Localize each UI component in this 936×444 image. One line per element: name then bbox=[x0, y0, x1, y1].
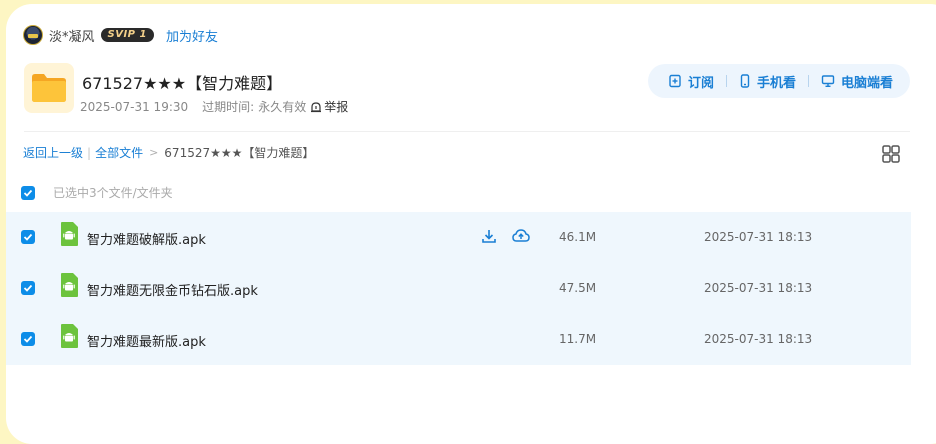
back-link[interactable]: 返回上一级 bbox=[23, 144, 83, 161]
file-name[interactable]: 智力难题破解版.apk bbox=[87, 229, 206, 248]
download-icon[interactable] bbox=[481, 228, 497, 248]
android-icon bbox=[61, 324, 78, 348]
folder-icon bbox=[24, 63, 74, 113]
action-bar: 订阅 手机看 电脑端看 bbox=[648, 64, 910, 98]
file-date: 2025-07-31 18:13 bbox=[704, 332, 813, 346]
avatar[interactable] bbox=[23, 25, 43, 45]
select-all-checkbox[interactable] bbox=[21, 185, 35, 200]
file-size: 11.7M bbox=[559, 332, 597, 346]
subscribe-label: 订阅 bbox=[688, 75, 715, 91]
file-date: 2025-07-31 18:13 bbox=[704, 281, 813, 295]
row-checkbox[interactable] bbox=[21, 230, 35, 244]
file-name[interactable]: 智力难题最新版.apk bbox=[87, 331, 206, 350]
file-row[interactable]: 智力难题最新版.apk 11.7M 2025-07-31 18:13 bbox=[6, 314, 911, 365]
file-size: 46.1M bbox=[559, 230, 597, 244]
file-row[interactable]: 智力难题破解版.apk 46.1M 2025-07-31 18:13 bbox=[6, 212, 911, 263]
selection-count: 已选中3个文件/文件夹 bbox=[53, 186, 173, 200]
divider bbox=[24, 131, 910, 132]
file-list: 智力难题破解版.apk 46.1M 2025-07-31 18:13 智力难题无… bbox=[6, 212, 911, 365]
check-icon bbox=[23, 284, 33, 292]
pc-view-label: 电脑端看 bbox=[841, 75, 894, 91]
expire-label: 过期时间: bbox=[202, 100, 255, 114]
monitor-icon bbox=[821, 75, 835, 88]
row-checkbox[interactable] bbox=[21, 281, 35, 295]
report-icon bbox=[311, 101, 322, 112]
subscribe-button[interactable]: 订阅 bbox=[668, 72, 714, 91]
username: 淡*凝风 bbox=[49, 29, 95, 45]
expire-value: 永久有效 bbox=[258, 100, 307, 114]
share-date: 2025-07-31 19:30 bbox=[80, 99, 189, 114]
report-label: 举报 bbox=[324, 100, 349, 114]
select-all-row: 已选中3个文件/文件夹 bbox=[21, 184, 173, 201]
row-checkbox[interactable] bbox=[21, 332, 35, 346]
file-row[interactable]: 智力难题无限金币钻石版.apk 47.5M 2025-07-31 18:13 bbox=[6, 263, 911, 314]
separator bbox=[808, 75, 810, 87]
sharer-info: 淡*凝风 SVIP 1 加为好友 bbox=[23, 24, 218, 46]
android-icon bbox=[61, 273, 78, 297]
separator bbox=[726, 75, 728, 87]
pc-view-button[interactable]: 电脑端看 bbox=[821, 72, 893, 91]
vip-badge: SVIP 1 bbox=[100, 28, 154, 42]
breadcrumb-current: 671527★★★【智力难题】 bbox=[164, 146, 315, 160]
report-button[interactable]: 举报 bbox=[310, 98, 348, 115]
save-to-cloud-icon[interactable] bbox=[512, 228, 530, 248]
android-icon bbox=[61, 222, 78, 246]
check-icon bbox=[23, 233, 33, 241]
phone-icon bbox=[740, 74, 750, 88]
file-size: 47.5M bbox=[559, 281, 597, 295]
file-name[interactable]: 智力难题无限金币钻石版.apk bbox=[87, 280, 258, 299]
file-date: 2025-07-31 18:13 bbox=[704, 230, 813, 244]
share-title: 671527★★★【智力难题】 bbox=[82, 74, 283, 93]
check-icon bbox=[23, 189, 33, 197]
breadcrumb: 返回上一级 | 全部文件 > 671527★★★【智力难题】 bbox=[23, 144, 315, 161]
share-meta: 2025-07-31 19:30 过期时间: 永久有效 举报 bbox=[80, 98, 348, 115]
check-icon bbox=[23, 335, 33, 343]
chevron-right-icon: > bbox=[149, 146, 159, 159]
add-friend-link[interactable]: 加为好友 bbox=[166, 26, 218, 45]
subscribe-icon bbox=[669, 74, 681, 88]
grid-view-icon[interactable] bbox=[882, 145, 900, 163]
phone-view-label: 手机看 bbox=[757, 75, 797, 91]
phone-view-button[interactable]: 手机看 bbox=[739, 72, 796, 91]
all-files-link[interactable]: 全部文件 bbox=[95, 144, 143, 161]
